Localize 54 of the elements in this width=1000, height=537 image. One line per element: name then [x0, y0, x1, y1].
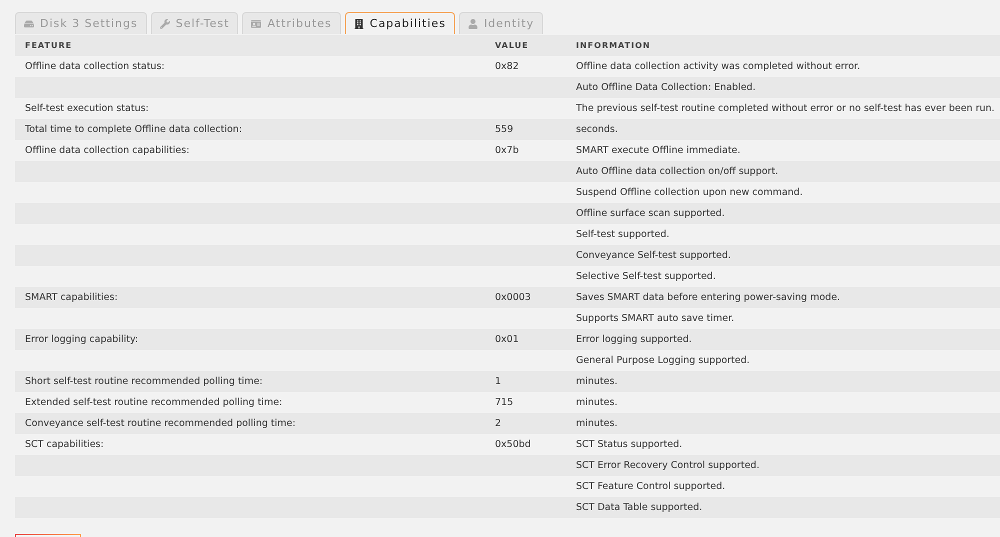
- tab[interactable]: Disk 3 Settings: [15, 12, 147, 34]
- tab[interactable]: Attributes: [242, 12, 341, 34]
- column-header: INFORMATION: [576, 41, 651, 50]
- feature-cell: SMART capabilities:: [25, 292, 118, 303]
- information-cell: Auto Offline Data Collection: Enabled.: [576, 82, 756, 93]
- information-cell: Suspend Offline collection upon new command.: [576, 187, 803, 198]
- feature-cell: Extended self-test routine recommended polling time:: [25, 397, 282, 408]
- information-cell: Offline surface scan supported.: [576, 208, 725, 219]
- information-cell: SCT Error Recovery Control supported.: [576, 460, 760, 471]
- information-cell: minutes.: [576, 418, 618, 429]
- feature-cell: SCT capabilities:: [25, 439, 104, 450]
- information-cell: SMART execute Offline immediate.: [576, 145, 740, 156]
- information-cell: minutes.: [576, 397, 618, 408]
- tab[interactable]: Self-Test: [150, 12, 238, 34]
- value-cell: 0x0003: [495, 292, 531, 303]
- feature-cell: Error logging capability:: [25, 334, 138, 345]
- user-icon: [468, 18, 478, 28]
- information-cell: The previous self-test routine completed without error or no self-test has ever been run.: [576, 103, 995, 114]
- feature-cell: Offline data collection status:: [25, 61, 165, 72]
- value-cell: 2: [495, 418, 502, 429]
- information-cell: Supports SMART auto save timer.: [576, 313, 734, 324]
- information-cell: SCT Feature Control supported.: [576, 481, 726, 492]
- value-cell: 0x7b: [495, 145, 519, 156]
- information-cell: SCT Data Table supported.: [576, 502, 702, 513]
- information-cell: General Purpose Logging supported.: [576, 355, 750, 366]
- information-cell: Saves SMART data before entering power-saving mode.: [576, 292, 840, 303]
- information-cell: Selective Self-test supported.: [576, 271, 716, 282]
- feature-cell: Offline data collection capabilities:: [25, 145, 190, 156]
- feature-cell: Total time to complete Offline data collection:: [25, 124, 242, 135]
- feature-cell: Short self-test routine recommended polling time:: [25, 376, 263, 387]
- value-cell: 559: [495, 124, 514, 135]
- information-cell: Conveyance Self-test supported.: [576, 250, 731, 261]
- feature-cell: Self-test execution status:: [25, 103, 149, 114]
- value-cell: 0x50bd: [495, 439, 531, 450]
- value-cell: 0x82: [495, 61, 519, 72]
- information-cell: Offline data collection activity was completed without error.: [576, 61, 860, 72]
- column-header: VALUE: [495, 41, 529, 50]
- column-header: FEATURE: [25, 41, 72, 50]
- tab[interactable]: Identity: [458, 12, 544, 34]
- information-cell: minutes.: [576, 376, 618, 387]
- value-cell: 0x01: [495, 334, 519, 345]
- information-cell: Auto Offline data collection on/off support.: [576, 166, 778, 177]
- drive-icon: [24, 18, 34, 28]
- feature-cell: Conveyance self-test routine recommended polling time:: [25, 418, 296, 429]
- value-cell: 1: [495, 376, 502, 387]
- tab[interactable]: Capabilities: [344, 12, 455, 34]
- information-cell: SCT Status supported.: [576, 439, 682, 450]
- information-cell: seconds.: [576, 124, 618, 135]
- information-cell: Self-test supported.: [576, 229, 670, 240]
- building-icon: [354, 18, 364, 28]
- wrench-icon: [160, 18, 170, 28]
- information-cell: Error logging supported.: [576, 334, 692, 345]
- id-card-icon: [251, 18, 262, 28]
- value-cell: 715: [495, 397, 514, 408]
